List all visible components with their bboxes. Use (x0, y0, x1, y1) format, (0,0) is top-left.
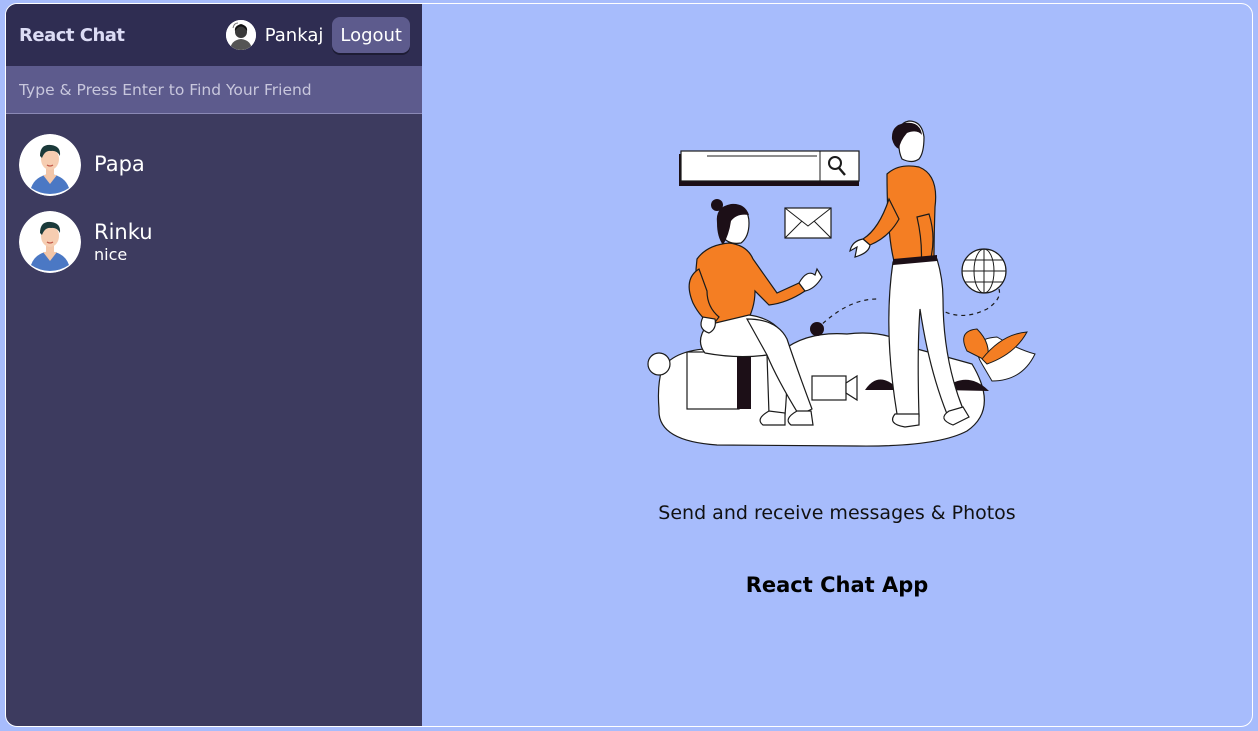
app-logo: React Chat (19, 24, 125, 46)
search-bar (6, 66, 422, 114)
chat-item-papa[interactable]: Papa (6, 126, 422, 203)
chat-name: Papa (94, 152, 145, 176)
chat-info: Rinku nice (94, 220, 153, 264)
user-avatar-icon (225, 20, 256, 50)
sidebar: React Chat Pankaj Logout Type & Press En… (6, 4, 422, 726)
user-name: Pankaj (264, 24, 324, 46)
app-window: React Chat Pankaj Logout Type & Press En… (5, 3, 1253, 727)
chat-people-illustration (647, 120, 1036, 447)
chat-name: Rinku (94, 219, 153, 244)
welcome-panel: Send and receive messages & Photos React… (422, 4, 1252, 726)
app-title: React Chat App (745, 573, 929, 597)
current-user: Pankaj Logout (225, 17, 410, 53)
tagline: Send and receive messages & Photos (658, 502, 1016, 524)
chat-last-message: nice (94, 244, 128, 264)
avatar-icon (19, 133, 81, 196)
search-input[interactable] (19, 80, 409, 99)
chat-info: Papa (94, 152, 145, 177)
chat-list: Papa Rinku nice (6, 114, 422, 280)
chat-item-rinku[interactable]: Rinku nice (6, 203, 422, 280)
avatar-icon (19, 210, 81, 273)
logout-button[interactable]: Logout (332, 17, 410, 53)
navbar: React Chat Pankaj Logout (6, 4, 422, 66)
